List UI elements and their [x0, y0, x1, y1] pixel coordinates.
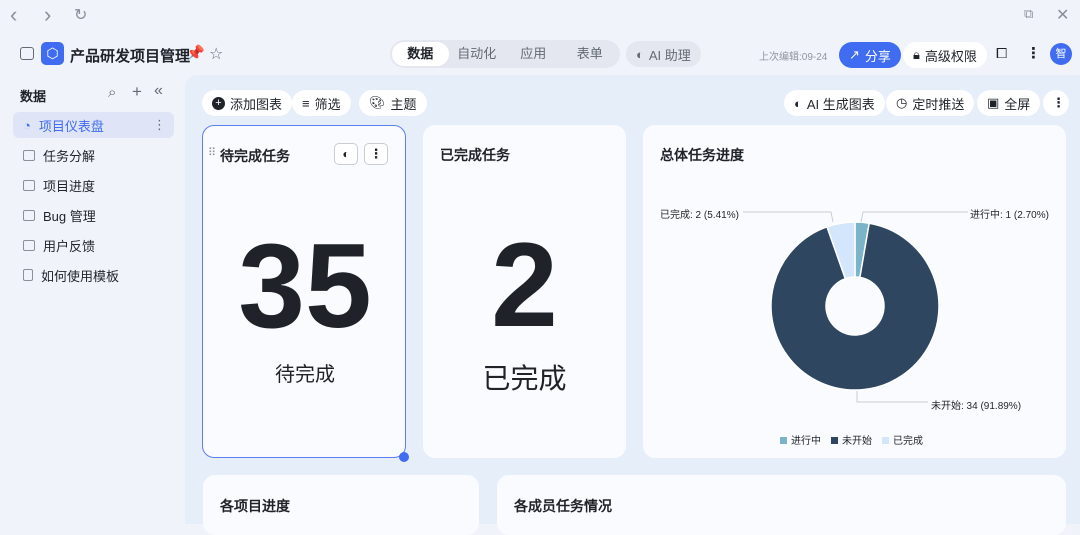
card-title: 已完成任务 — [440, 147, 510, 163]
drag-handle-icon[interactable]: ⠿ — [208, 146, 216, 159]
tab-data[interactable]: 数据 — [392, 42, 449, 66]
ai-icon: ◐ — [794, 95, 802, 111]
ai-chart-button[interactable]: ◐ AI 生成图表 — [784, 90, 885, 116]
ai-icon: ◐ — [636, 46, 644, 62]
star-icon[interactable]: ☆ — [209, 44, 223, 64]
clock-icon: ◷ — [896, 95, 908, 110]
slice-label-inprogress: 进行中: 1 (2.70%) — [970, 210, 1049, 221]
theme-button[interactable]: 🎨︎ 主题 — [359, 90, 427, 116]
slice-label-notstarted: 未开始: 34 (91.89%) — [931, 401, 1022, 412]
forward-button[interactable]: › — [44, 2, 51, 28]
tab-automation[interactable]: 自动化 — [449, 42, 506, 66]
table-icon — [23, 179, 35, 191]
avatar[interactable]: 智 — [1050, 43, 1072, 65]
more-icon[interactable]: ⋮ — [364, 143, 388, 165]
metric-value: 35 — [238, 219, 372, 353]
pending-tasks-card[interactable]: ⠿ 待完成任务 ◐ ⋮ 35 待完成 — [202, 125, 409, 462]
sidebar-item-guide[interactable]: 如何使用模板 — [13, 262, 174, 288]
doc-icon — [23, 269, 33, 281]
progress-chart-card[interactable]: 总体任务进度 已完成: 2 (5.41%) 进行中: 1 (2.70%) 未开始… — [643, 125, 1066, 458]
collapse-icon[interactable]: « — [154, 82, 163, 100]
palette-icon: 🎨︎ — [369, 95, 386, 110]
more-icon[interactable]: ⋮ — [153, 117, 166, 133]
more-button[interactable]: ⋮ — [1043, 90, 1069, 116]
sidebar-item-tasks[interactable]: 任务分解 — [13, 142, 174, 168]
card-title: 待完成任务 — [220, 148, 290, 164]
last-edit-text: 上次编辑:09-24 — [759, 52, 828, 63]
dashboard-icon: ◔ — [23, 117, 31, 133]
sidebar-item-bugs[interactable]: Bug 管理 — [13, 202, 174, 228]
table-icon — [23, 149, 35, 161]
browser-bar: ‹ › ↻ ⧉ ✕ — [0, 0, 1080, 30]
app-logo-icon: ⬡ — [41, 42, 64, 65]
view-tabs: 数据 自动化 应用 表单 — [390, 40, 620, 68]
table-icon — [23, 239, 35, 251]
tab-forms[interactable]: 表单 — [562, 42, 619, 66]
more-icon[interactable]: ⋮ — [1026, 44, 1041, 62]
fullscreen-button[interactable]: ▣ 全屏 — [977, 90, 1041, 116]
leader-line — [856, 391, 928, 403]
leader-line — [860, 211, 968, 223]
metric-value: 2 — [491, 218, 558, 352]
share-icon: ↗ — [849, 47, 860, 62]
plugin-icon[interactable]: ⧠ — [996, 45, 1007, 62]
metric-label: 已完成 — [482, 363, 567, 394]
leader-line — [743, 211, 834, 223]
legend: 进行中 未开始 已完成 — [780, 432, 923, 447]
screen-icon: ▣ — [987, 95, 1000, 110]
tab-apps[interactable]: 应用 — [505, 42, 562, 66]
legend-item[interactable]: 未开始 — [831, 432, 872, 447]
card-title: 各成员任务情况 — [514, 498, 612, 514]
page-title: 产品研发项目管理 — [70, 48, 191, 65]
plus-circle-icon: + — [212, 96, 225, 110]
done-tasks-card[interactable]: 已完成任务 2 已完成 — [423, 125, 626, 458]
ai-assistant-button[interactable]: ◐ AI 助理 — [626, 41, 701, 67]
add-chart-button[interactable]: + 添加图表 — [202, 90, 293, 116]
sidebar-toggle-icon[interactable] — [20, 47, 34, 60]
legend-item[interactable]: 已完成 — [882, 432, 923, 447]
sidebar-item-progress[interactable]: 项目进度 — [13, 172, 174, 198]
share-button[interactable]: ↗ 分享 — [839, 42, 901, 68]
sidebar-title: 数据 — [20, 89, 47, 104]
reload-button[interactable]: ↻ — [74, 5, 87, 25]
project-progress-card[interactable]: 各项目进度 — [203, 475, 479, 535]
lock-icon: 🔒︎ — [913, 47, 920, 62]
ai-icon[interactable]: ◐ — [334, 143, 358, 165]
schedule-button[interactable]: ◷ 定时推送 — [886, 90, 975, 116]
close-icon[interactable]: ✕ — [1056, 5, 1069, 25]
permissions-button[interactable]: 🔒︎ 高级权限 — [903, 42, 987, 68]
card-title: 各项目进度 — [220, 498, 290, 514]
legend-item[interactable]: 进行中 — [780, 432, 821, 447]
member-tasks-card[interactable]: 各成员任务情况 — [497, 475, 1066, 535]
back-button[interactable]: ‹ — [10, 2, 17, 28]
sidebar-item-dashboard[interactable]: ◔ 项目仪表盘 ⋮ — [13, 112, 174, 138]
filter-button[interactable]: ≡ 筛选 — [292, 90, 351, 116]
slice-label-done: 已完成: 2 (5.41%) — [660, 210, 739, 221]
metric-label: 待完成 — [275, 364, 335, 386]
pin-icon[interactable]: 📌 — [186, 44, 205, 62]
window-icon[interactable]: ⧉ — [1024, 6, 1033, 22]
sidebar-item-feedback[interactable]: 用户反馈 — [13, 232, 174, 258]
search-icon[interactable]: ⌕ — [108, 84, 116, 101]
filter-icon: ≡ — [302, 95, 310, 111]
add-icon[interactable]: + — [132, 82, 142, 102]
table-icon — [23, 209, 35, 221]
resize-handle[interactable] — [399, 452, 409, 462]
